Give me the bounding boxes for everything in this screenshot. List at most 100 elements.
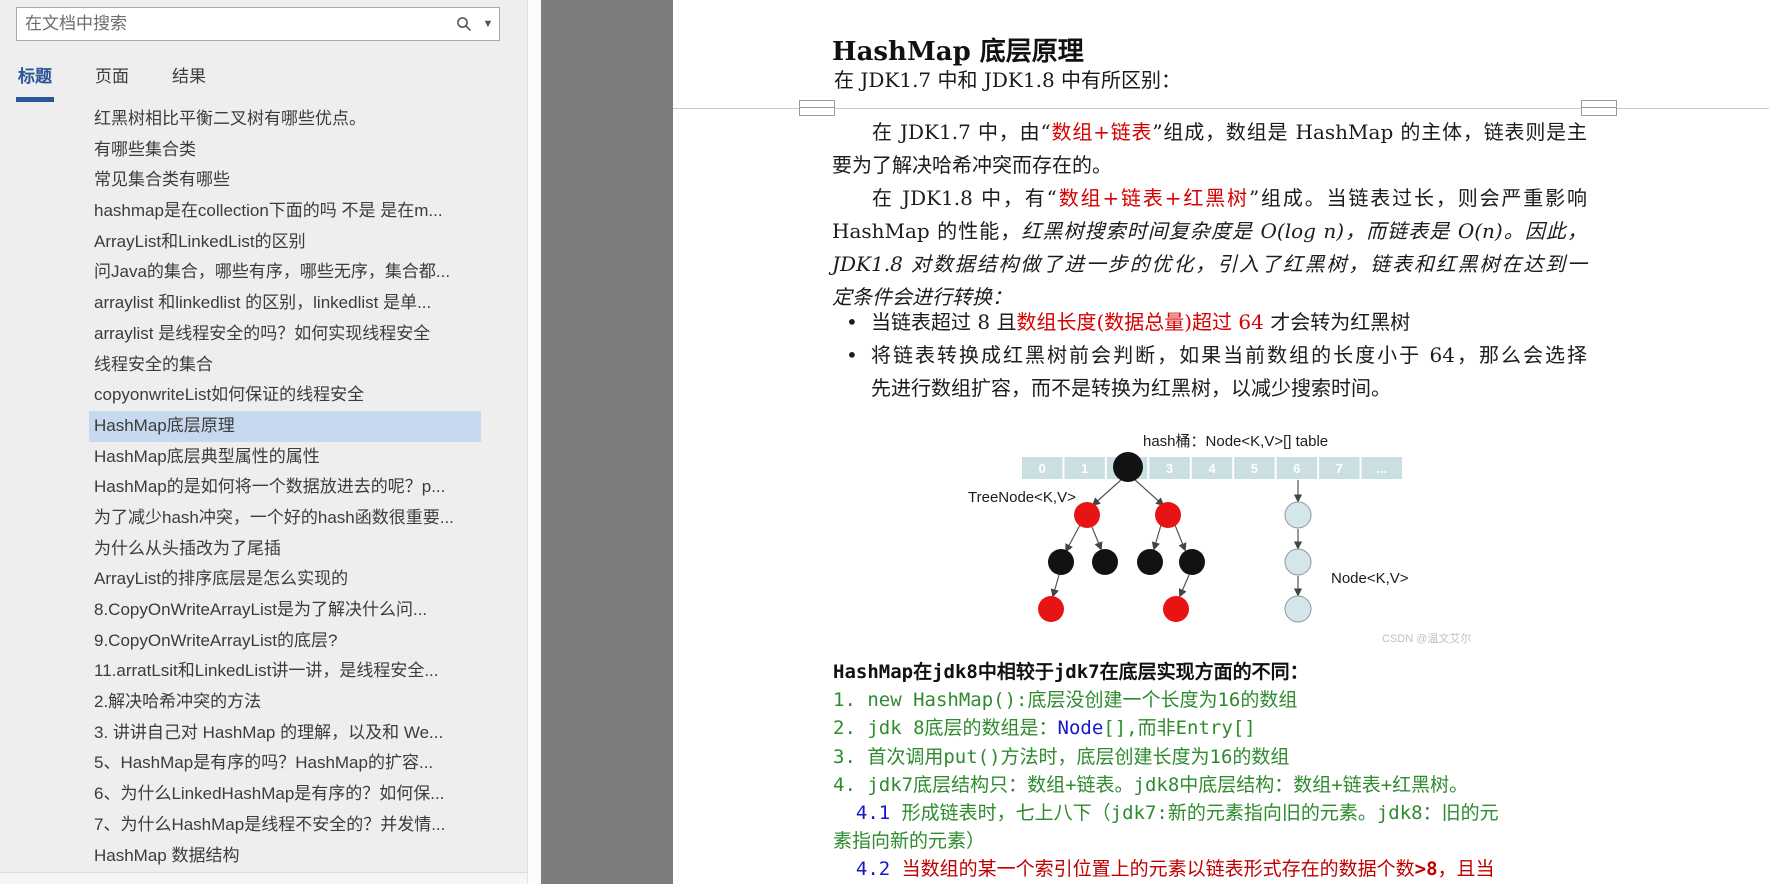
code-line[interactable]: HashMap在jdk8中相较于jdk7在底层实现方面的不同： <box>833 658 1499 686</box>
nav-heading-item[interactable]: ArrayList和LinkedList的区别 <box>0 227 527 258</box>
intro-line[interactable]: 在 JDK1.7 中和 JDK1.8 中有所区别： <box>834 64 1181 93</box>
diagram-edges <box>1050 478 1303 598</box>
text-segment: 当数组的某一个索引位置上的元素以链表形式存在的数据个数 <box>901 858 1415 881</box>
code-line[interactable]: 4. jdk7底层结构只：数组+链表。jdk8中底层结构：数组+链表+红黑树。 <box>833 771 1499 799</box>
text-line[interactable]: HashMap 的性能，红黑树搜索时间复杂度是 O(log n)，而链表是 O(… <box>832 215 1587 248</box>
text-line[interactable]: 先进行数组扩容，而不是转换为红黑树，以减少搜索时间。 <box>871 372 1587 405</box>
nav-heading-item[interactable]: 问Java的集合，哪些有序，哪些无序，集合都... <box>0 257 527 288</box>
page-break-marker[interactable] <box>799 100 835 116</box>
text-line[interactable]: 当链表超过 8 且数组长度(数据总量)超过 64 才会转为红黑树 <box>871 306 1587 339</box>
tab-headings[interactable]: 标题 <box>16 62 54 102</box>
bullet-text[interactable]: 当链表超过 8 且数组长度(数据总量)超过 64 才会转为红黑树 <box>871 306 1587 339</box>
text-segment: 形成链表时，七上八下（jdk7:新的元素指向旧的元素。jdk8：旧的元 <box>901 802 1499 825</box>
nav-heading-item[interactable]: 3. 讲讲自己对 HashMap 的理解，以及和 We... <box>0 718 527 749</box>
sidebar-horizontal-scrollbar[interactable] <box>0 872 527 884</box>
nav-heading-item[interactable]: HashMap的是如何将一个数据放进去的呢？p... <box>0 472 527 503</box>
tab-pages[interactable]: 页面 <box>93 62 131 102</box>
code-line[interactable]: 4.1 形成链表时，七上八下（jdk7:新的元素指向旧的元素。jdk8：旧的元 <box>833 799 1499 827</box>
svg-text:6: 6 <box>1293 461 1300 476</box>
bullet-list[interactable]: • 当链表超过 8 且数组长度(数据总量)超过 64 才会转为红黑树 • 将链表转换成… <box>832 306 1587 405</box>
nav-heading-item[interactable]: HashMap底层原理 <box>89 410 481 442</box>
text-segment: JDK1.8 对数据结构做了进一步的优化，引入了红黑树，链表和红黑树在达到一 <box>832 252 1587 276</box>
nav-heading-item[interactable]: 8.CopyOnWriteArrayList是为了解决什么问... <box>0 595 527 626</box>
nav-heading-item[interactable]: 红黑树相比平衡二叉树有哪些优点。 <box>0 104 527 135</box>
node-label: Node<K,V> <box>1331 570 1409 587</box>
code-line[interactable]: 4.2 当数组的某一个索引位置上的元素以链表形式存在的数据个数>8，且当 <box>833 855 1499 883</box>
text-segment: 要为了解决哈希冲突而存在的。 <box>832 153 1112 177</box>
nav-heading-item[interactable]: arraylist 和linkedlist 的区别，linkedlist 是单.… <box>0 288 527 319</box>
nav-heading-item[interactable]: 为了减少hash冲突，一个好的hash函数很重要... <box>0 503 527 534</box>
text-segment: 将链表转换成红黑树前会判断，如果当前数组的长度小于 64，那么会选择 <box>871 343 1587 367</box>
code-line[interactable]: 1. new HashMap():底层没创建一个长度为16的数组 <box>833 686 1499 714</box>
text-segment: [],而非Entry[] <box>1103 717 1256 740</box>
text-segment: HashMap在jdk8中相较于jdk7在底层实现方面的不同： <box>833 661 1309 683</box>
chevron-down-icon[interactable]: ▼ <box>477 8 499 40</box>
navigation-pane: ▼ 标题页面结果 红黑树相比平衡二叉树有哪些优点。有哪些集合类常见集合类有哪些h… <box>0 0 527 884</box>
document-title[interactable]: HashMap 底层原理 <box>832 31 1084 68</box>
nav-heading-item[interactable]: copyonwriteList如何保证的线程安全 <box>0 380 527 411</box>
nav-heading-item[interactable]: 2.解决哈希冲突的方法 <box>0 687 527 718</box>
paragraph-jdk17[interactable]: 在 JDK1.7 中，由“数组+链表”组成，数组是 HashMap 的主体，链表… <box>832 116 1587 182</box>
red-tree-node <box>1074 502 1100 528</box>
search-input[interactable] <box>17 14 451 34</box>
text-segment: 红黑树搜索时间复杂度是 O(log n)，而链表是 O(n)。因此， <box>1021 219 1587 243</box>
nav-heading-item[interactable]: 11.arratLsit和LinkedList讲一讲，是线程安全... <box>0 656 527 687</box>
tab-results[interactable]: 结果 <box>170 62 208 102</box>
text-line[interactable]: 在 JDK1.7 中，由“数组+链表”组成，数组是 HashMap 的主体，链表… <box>832 116 1587 149</box>
nav-heading-item[interactable]: HashMap底层典型属性的属性 <box>0 442 527 473</box>
bullet-marker: • <box>846 343 858 367</box>
bullet-item[interactable]: • 将链表转换成红黑树前会判断，如果当前数组的长度小于 64，那么会选择先进行数组… <box>832 339 1587 405</box>
page-break-marker[interactable] <box>1581 100 1617 116</box>
nav-heading-list: 红黑树相比平衡二叉树有哪些优点。 有哪些集合类 常见集合类有哪些 hashmap是在c… <box>0 104 527 871</box>
nav-heading-item[interactable]: 为什么从头插改为了尾插 <box>0 534 527 565</box>
black-tree-node <box>1113 452 1143 482</box>
nav-heading-item[interactable]: ArrayList的排序底层是怎么实现的 <box>0 564 527 595</box>
text-line[interactable]: 在 JDK1.8 中，有“数组+链表+红黑树”组成。当链表过长，则会严重影响 <box>832 182 1587 215</box>
hash-bucket-label: hash桶：Node<K,V>[] table <box>1143 433 1328 450</box>
bullet-item[interactable]: • 当链表超过 8 且数组长度(数据总量)超过 64 才会转为红黑树 <box>832 306 1587 339</box>
black-tree-node <box>1048 549 1074 575</box>
black-tree-node <box>1179 549 1205 575</box>
code-line[interactable]: 素指向新的元素） <box>833 827 1499 855</box>
paragraph-jdk18[interactable]: 在 JDK1.8 中，有“数组+链表+红黑树”组成。当链表过长，则会严重影响 Ha… <box>832 182 1587 314</box>
text-segment: ，且当 <box>1437 858 1495 881</box>
bullet-text[interactable]: 将链表转换成红黑树前会判断，如果当前数组的长度小于 64，那么会选择先进行数组扩… <box>871 339 1587 405</box>
text-line[interactable]: 要为了解决哈希冲突而存在的。 <box>832 149 1587 182</box>
nav-heading-item[interactable]: 线程安全的集合 <box>0 350 527 381</box>
nav-heading-item[interactable]: 7、为什么HashMap是线程不安全的？并发情... <box>0 810 527 841</box>
text-segment: 1. new HashMap():底层没创建一个长度为16的数组 <box>833 689 1298 712</box>
nav-tabs: 标题 页面 结果 <box>16 62 247 102</box>
text-segment: Node <box>1057 717 1104 740</box>
sidebar-scrollbar[interactable] <box>527 0 541 884</box>
text-line[interactable]: JDK1.8 对数据结构做了进一步的优化，引入了红黑树，链表和红黑树在达到一 <box>832 248 1587 281</box>
search-icon[interactable] <box>451 8 477 40</box>
app-window: ▼ 标题页面结果 红黑树相比平衡二叉树有哪些优点。有哪些集合类常见集合类有哪些h… <box>0 0 1769 884</box>
text-segment: 4. jdk7底层结构只：数组+链表。jdk8中底层结构：数组+链表+红黑树。 <box>833 773 1469 796</box>
text-segment: 2. jdk 8底层的数组是： <box>833 717 1058 740</box>
nav-heading-item[interactable]: 9.CopyOnWriteArrayList的底层? <box>0 626 527 657</box>
text-segment: >8 <box>1414 858 1438 881</box>
nav-heading-item[interactable]: 5、HashMap是有序的吗？HashMap的扩容... <box>0 748 527 779</box>
black-tree-node <box>1137 549 1163 575</box>
text-line[interactable]: 将链表转换成红黑树前会判断，如果当前数组的长度小于 64，那么会选择 <box>871 339 1587 372</box>
text-segment: 数组+链表+红黑树 <box>1056 186 1249 210</box>
text-segment: 数组长度(数据总量)超过 64 <box>1016 310 1271 334</box>
code-line[interactable]: 2. jdk 8底层的数组是：Node[],而非Entry[] <box>833 714 1499 742</box>
red-tree-node <box>1038 596 1064 622</box>
svg-text:1: 1 <box>1081 461 1088 476</box>
code-line[interactable]: 3. 首次调用put()方法时，底层创建长度为16的数组 <box>833 743 1499 771</box>
text-segment: HashMap 的性能， <box>832 219 1022 243</box>
nav-heading-item[interactable]: 有哪些集合类 <box>0 135 527 166</box>
black-tree-node <box>1092 549 1118 575</box>
nav-heading-item[interactable]: HashMap 数据结构 <box>0 841 527 872</box>
nav-heading-item[interactable]: hashmap是在collection下面的吗 不是 是在m... <box>0 196 527 227</box>
bullet-marker: • <box>846 310 858 334</box>
search-box: ▼ <box>16 7 500 41</box>
bucket-array: 01234567... <box>1022 457 1402 479</box>
text-segment: 才会转为红黑树 <box>1270 310 1411 334</box>
nav-heading-item[interactable]: 6、为什么LinkedHashMap是有序的？如何保... <box>0 779 527 810</box>
code-block[interactable]: HashMap在jdk8中相较于jdk7在底层实现方面的不同： 1. new Ha… <box>833 658 1499 884</box>
nav-heading-item[interactable]: 常见集合类有哪些 <box>0 165 527 196</box>
nav-heading-item[interactable]: arraylist 是线程安全的吗？如何实现线程安全 <box>0 319 527 350</box>
text-segment: 在 JDK1.7 中，由“ <box>872 120 1051 144</box>
